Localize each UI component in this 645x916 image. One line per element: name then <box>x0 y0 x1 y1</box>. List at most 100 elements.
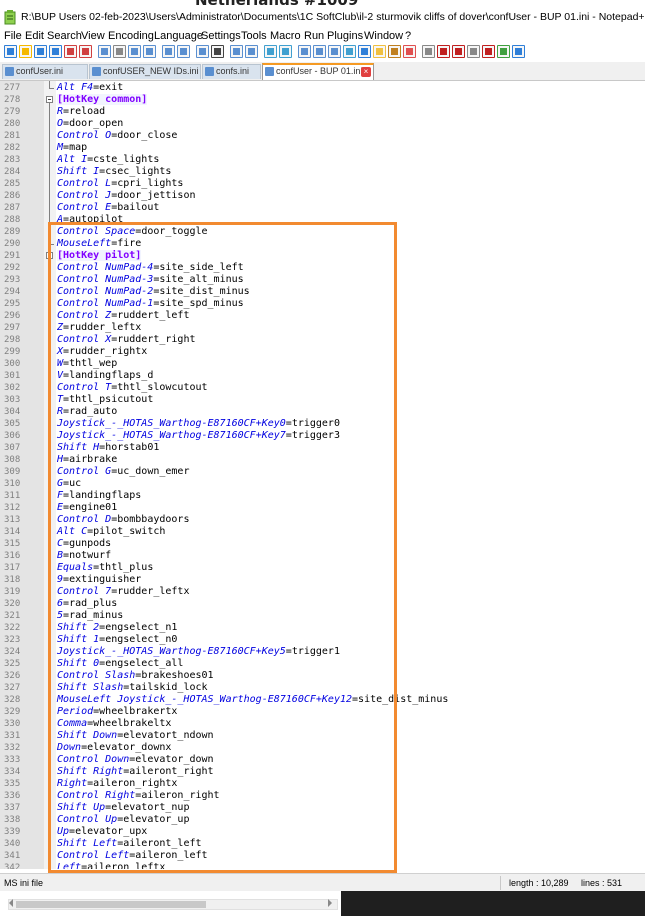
word-wrap-icon[interactable] <box>298 45 311 58</box>
code-line[interactable]: 337 Shift Up=elevatort_nup <box>0 802 645 814</box>
code-line[interactable]: 327 Shift Slash=tailskid_lock <box>0 682 645 694</box>
close-icon[interactable] <box>64 45 77 58</box>
plugin-icon[interactable] <box>512 45 525 58</box>
code-line[interactable]: 321 5=rad_minus <box>0 610 645 622</box>
code-line[interactable]: 342 Left=aileron_leftx <box>0 862 645 869</box>
language-icon[interactable] <box>343 45 356 58</box>
code-line[interactable]: 305 Joystick_-_HOTAS_Warthog-E87160CF+Key… <box>0 418 645 430</box>
code-line[interactable]: 317 Equals=thtl_plus <box>0 562 645 574</box>
menu-edit[interactable]: Edit <box>25 30 44 42</box>
code-line[interactable]: 285 Control L=cpri_lights <box>0 178 645 190</box>
code-line[interactable]: 310 G=uc <box>0 478 645 490</box>
code-line[interactable]: 289 Control Space=door_toggle <box>0 226 645 238</box>
function-list-icon[interactable] <box>373 45 386 58</box>
doc-map-icon[interactable] <box>358 45 371 58</box>
scrollbar-thumb[interactable] <box>16 901 206 908</box>
cut-icon[interactable] <box>113 45 126 58</box>
code-line[interactable]: 286 Control J=door_jettison <box>0 190 645 202</box>
code-line[interactable]: 312 E=engine01 <box>0 502 645 514</box>
code-line[interactable]: 300 W=thtl_wep <box>0 358 645 370</box>
code-line[interactable]: 281 Control O=door_close <box>0 130 645 142</box>
menu-view[interactable]: View <box>81 30 105 42</box>
code-line[interactable]: 319 Control 7=rudder_leftx <box>0 586 645 598</box>
monitor-icon[interactable] <box>403 45 416 58</box>
menu-help[interactable]: ? <box>405 30 411 42</box>
code-line[interactable]: 326 Control Slash=brakeshoes01 <box>0 670 645 682</box>
code-line[interactable]: 304 R=rad_auto <box>0 406 645 418</box>
code-line[interactable]: 294 Control NumPad-2=site_dist_minus <box>0 286 645 298</box>
menu-file[interactable]: File <box>4 30 22 42</box>
menu-run[interactable]: Run <box>304 30 324 42</box>
code-line[interactable]: 297 Z=rudder_leftx <box>0 322 645 334</box>
save-macro-icon[interactable] <box>482 45 495 58</box>
tab-confuser-new-ids-ini[interactable]: confUSER_NEW IDs.ini <box>89 64 201 79</box>
code-line[interactable]: 292 Control NumPad-4=site_side_left <box>0 262 645 274</box>
close-tab-icon[interactable]: × <box>361 67 371 77</box>
code-line[interactable]: 311 F=landingflaps <box>0 490 645 502</box>
tab-confuser-bup-01-ini[interactable]: confUser - BUP 01.ini × <box>262 63 374 80</box>
code-line[interactable]: 278 [HotKey common] <box>0 94 645 106</box>
code-line[interactable]: 306 Joystick_-_HOTAS_Warthog-E87160CF+Key… <box>0 430 645 442</box>
menu-plugins[interactable]: Plugins <box>327 30 363 42</box>
paste-icon[interactable] <box>143 45 156 58</box>
code-line[interactable]: 336 Control Right=aileron_right <box>0 790 645 802</box>
code-line[interactable]: 279 R=reload <box>0 106 645 118</box>
code-line[interactable]: 328 MouseLeft Joystick_-_HOTAS_Warthog-E8… <box>0 694 645 706</box>
code-line[interactable]: 277 Alt F4=exit <box>0 82 645 94</box>
tab-confuser-ini[interactable]: confUser.ini <box>2 64 88 79</box>
menu-encoding[interactable]: Encoding <box>108 30 154 42</box>
code-line[interactable]: 303 T=thtl_psicutout <box>0 394 645 406</box>
code-line[interactable]: 293 Control NumPad-3=site_alt_minus <box>0 274 645 286</box>
menu-macro[interactable]: Macro <box>270 30 301 42</box>
redo-icon[interactable] <box>177 45 190 58</box>
code-line[interactable]: 302 Control T=thtl_slowcutout <box>0 382 645 394</box>
zoom-in-icon[interactable] <box>230 45 243 58</box>
code-line[interactable]: 332 Down=elevator_downx <box>0 742 645 754</box>
code-line[interactable]: 301 V=landingflaps_d <box>0 370 645 382</box>
menu-tools[interactable]: Tools <box>241 30 267 42</box>
code-line[interactable]: 290 MouseLeft=fire <box>0 238 645 250</box>
menu-window[interactable]: Window <box>364 30 403 42</box>
run-icon[interactable] <box>497 45 510 58</box>
code-line[interactable]: 340 Shift Left=aileront_left <box>0 838 645 850</box>
editor[interactable]: 277 Alt F4=exit 278 [HotKey common] 279 R=rel… <box>0 81 645 869</box>
code-line[interactable]: 322 Shift 2=engselect_n1 <box>0 622 645 634</box>
open-file-icon[interactable] <box>19 45 32 58</box>
code-line[interactable]: 324 Joystick_-_HOTAS_Warthog-E87160CF+Key… <box>0 646 645 658</box>
code-line[interactable]: 299 X=rudder_rightx <box>0 346 645 358</box>
menu-search[interactable]: Search <box>47 30 82 42</box>
code-line[interactable]: 334 Shift Right=aileront_right <box>0 766 645 778</box>
copy-icon[interactable] <box>128 45 141 58</box>
sync-horizontal-icon[interactable] <box>279 45 292 58</box>
code-line[interactable]: 280 O=door_open <box>0 118 645 130</box>
record-macro-icon[interactable] <box>422 45 435 58</box>
show-all-chars-icon[interactable] <box>313 45 326 58</box>
scroll-left-arrow-icon[interactable] <box>9 899 13 907</box>
play-multiple-icon[interactable] <box>467 45 480 58</box>
code-line[interactable]: 296 Control Z=ruddert_left <box>0 310 645 322</box>
code-line[interactable]: 315 C=gunpods <box>0 538 645 550</box>
code-line[interactable]: 338 Control Up=elevator_up <box>0 814 645 826</box>
code-line[interactable]: 316 B=notwurf <box>0 550 645 562</box>
code-line[interactable]: 335 Right=aileron_rightx <box>0 778 645 790</box>
code-line[interactable]: 339 Up=elevator_upx <box>0 826 645 838</box>
stop-record-icon[interactable] <box>437 45 450 58</box>
code-line[interactable]: 298 Control X=ruddert_right <box>0 334 645 346</box>
code-line[interactable]: 331 Shift Down=elevatort_ndown <box>0 730 645 742</box>
code-line[interactable]: 284 Shift I=csec_lights <box>0 166 645 178</box>
code-line[interactable]: 314 Alt C=pilot_switch <box>0 526 645 538</box>
code-line[interactable]: 320 6=rad_plus <box>0 598 645 610</box>
code-line[interactable]: 287 Control E=bailout <box>0 202 645 214</box>
code-line[interactable]: 291 [HotKey pilot] <box>0 250 645 262</box>
code-line[interactable]: 295 Control NumPad-1=site_spd_minus <box>0 298 645 310</box>
code-line[interactable]: 329 Period=wheelbrakertx <box>0 706 645 718</box>
sync-vertical-icon[interactable] <box>264 45 277 58</box>
code-line[interactable]: 323 Shift 1=engselect_n0 <box>0 634 645 646</box>
indent-guide-icon[interactable] <box>328 45 341 58</box>
replace-icon[interactable] <box>211 45 224 58</box>
code-line[interactable]: 333 Control Down=elevator_down <box>0 754 645 766</box>
code-line[interactable]: 307 Shift H=horstab01 <box>0 442 645 454</box>
close-all-icon[interactable] <box>79 45 92 58</box>
code-line[interactable]: 318 9=extinguisher <box>0 574 645 586</box>
code-line[interactable]: 313 Control D=bombbaydoors <box>0 514 645 526</box>
